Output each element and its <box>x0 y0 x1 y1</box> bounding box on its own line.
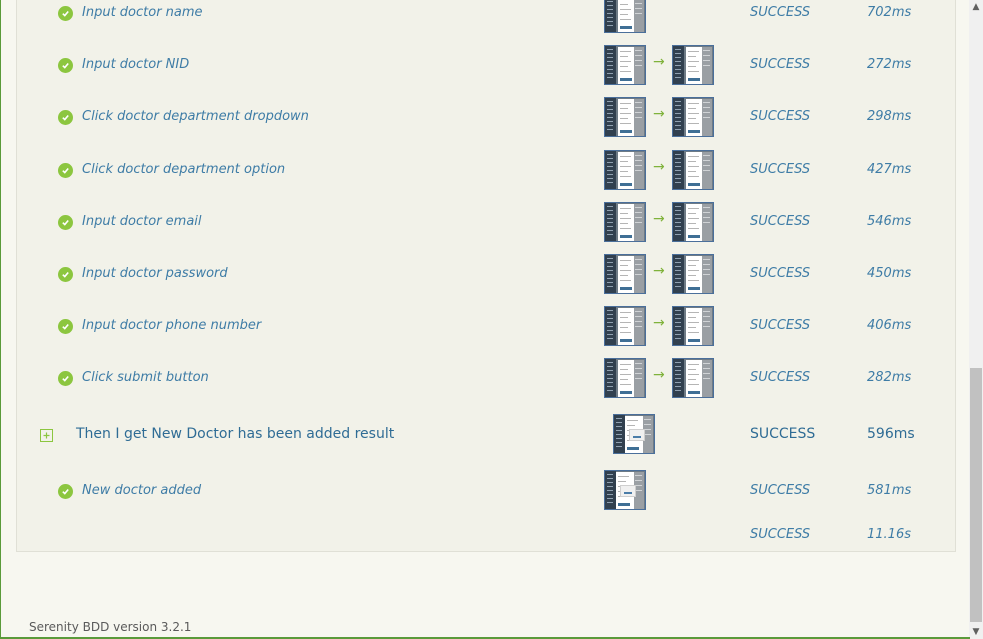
outcome-label[interactable]: Then I get New Doctor has been added res… <box>76 426 394 442</box>
screenshot-before-thumbnail[interactable] <box>604 45 646 85</box>
substep-label: New doctor added <box>82 483 202 498</box>
arrow-right-icon: → <box>653 367 665 383</box>
scroll-up-arrow-icon[interactable]: ▲ <box>969 0 983 14</box>
screenshot-after-thumbnail[interactable] <box>672 45 714 85</box>
arrow-right-icon: → <box>653 159 665 175</box>
screenshot-before-thumbnail[interactable] <box>604 306 646 346</box>
step-result: SUCCESS <box>750 370 811 385</box>
vertical-scrollbar[interactable]: ▲ ▼ <box>969 0 983 639</box>
screenshot-after-thumbnail[interactable] <box>672 202 714 242</box>
step-duration: 546ms <box>867 214 912 229</box>
expand-plus-icon[interactable] <box>40 429 53 442</box>
outcome-result: SUCCESS <box>750 426 816 442</box>
check-circle-icon <box>58 6 73 21</box>
step-duration: 406ms <box>867 318 912 333</box>
scrollbar-thumb[interactable] <box>970 368 982 622</box>
step-result: SUCCESS <box>750 162 811 177</box>
step-label: Input doctor name <box>82 5 203 20</box>
step-duration: 427ms <box>867 162 912 177</box>
check-circle-icon <box>58 110 73 125</box>
scroll-down-arrow-icon[interactable]: ▼ <box>969 625 983 639</box>
check-circle-icon <box>58 319 73 334</box>
screenshot-after-thumbnail[interactable] <box>672 254 714 294</box>
step-row: Input doctor phone number → SUCCESS 406ms <box>17 301 957 353</box>
screenshot-before-thumbnail[interactable] <box>604 97 646 137</box>
screenshot-after-thumbnail[interactable] <box>672 306 714 346</box>
step-row: Input doctor email → SUCCESS 546ms <box>17 197 957 249</box>
screenshot-before-thumbnail[interactable] <box>604 254 646 294</box>
step-duration: 298ms <box>867 109 912 124</box>
substep-duration: 581ms <box>867 483 912 498</box>
substep-result: SUCCESS <box>750 483 811 498</box>
step-result: SUCCESS <box>750 109 811 124</box>
arrow-right-icon: → <box>653 54 665 70</box>
arrow-right-icon: → <box>653 211 665 227</box>
outcome-screenshot-thumbnail[interactable] <box>613 414 655 454</box>
step-label: Input doctor email <box>82 214 202 229</box>
outcome-duration: 596ms <box>867 426 915 442</box>
step-result: SUCCESS <box>750 5 811 20</box>
screenshot-before-thumbnail[interactable] <box>604 358 646 398</box>
screenshot-before-thumbnail[interactable] <box>604 0 646 33</box>
screenshot-before-thumbnail[interactable] <box>604 150 646 190</box>
step-row: Click doctor department dropdown → SUCCESS… <box>17 92 957 144</box>
check-circle-icon <box>58 371 73 386</box>
total-row: SUCCESS 11.16s <box>17 510 957 562</box>
step-row: Input doctor NID → SUCCESS 272ms <box>17 40 957 92</box>
total-duration: 11.16s <box>867 527 911 542</box>
step-label: Input doctor NID <box>82 57 190 72</box>
screenshot-before-thumbnail[interactable] <box>604 202 646 242</box>
screenshot-after-thumbnail[interactable] <box>672 150 714 190</box>
step-label: Click doctor department option <box>82 162 286 177</box>
check-circle-icon <box>58 58 73 73</box>
step-result: SUCCESS <box>750 318 811 333</box>
step-row: Click submit button → SUCCESS 282ms <box>17 353 957 405</box>
step-duration: 272ms <box>867 57 912 72</box>
step-row: Input doctor password → SUCCESS 450ms <box>17 249 957 301</box>
check-circle-icon <box>58 267 73 282</box>
outcome-row: Then I get New Doctor has been added res… <box>17 410 957 462</box>
step-duration: 282ms <box>867 370 912 385</box>
screenshot-after-thumbnail[interactable] <box>672 358 714 398</box>
step-result: SUCCESS <box>750 266 811 281</box>
step-row: Click doctor department option → SUCCESS 42… <box>17 145 957 197</box>
step-result: SUCCESS <box>750 57 811 72</box>
arrow-right-icon: → <box>653 106 665 122</box>
substep-screenshot-thumbnail[interactable] <box>604 470 646 510</box>
step-label: Input doctor phone number <box>82 318 262 333</box>
step-row: Input doctor name SUCCESS 702ms <box>17 0 957 40</box>
check-circle-icon <box>58 163 73 178</box>
serenity-version-footer: Serenity BDD version 3.2.1 <box>29 620 192 634</box>
check-circle-icon <box>58 215 73 230</box>
total-result: SUCCESS <box>750 527 811 542</box>
step-duration: 450ms <box>867 266 912 281</box>
step-label: Click doctor department dropdown <box>82 109 309 124</box>
step-label: Input doctor password <box>82 266 228 281</box>
step-label: Click submit button <box>82 370 209 385</box>
check-circle-icon <box>58 484 73 499</box>
step-result: SUCCESS <box>750 214 811 229</box>
step-duration: 702ms <box>867 5 912 20</box>
test-steps-panel: Input doctor name SUCCESS 702ms Input docto… <box>16 0 956 552</box>
report-page: Input doctor name SUCCESS 702ms Input docto… <box>0 0 983 639</box>
screenshot-after-thumbnail[interactable] <box>672 97 714 137</box>
arrow-right-icon: → <box>653 315 665 331</box>
arrow-right-icon: → <box>653 263 665 279</box>
